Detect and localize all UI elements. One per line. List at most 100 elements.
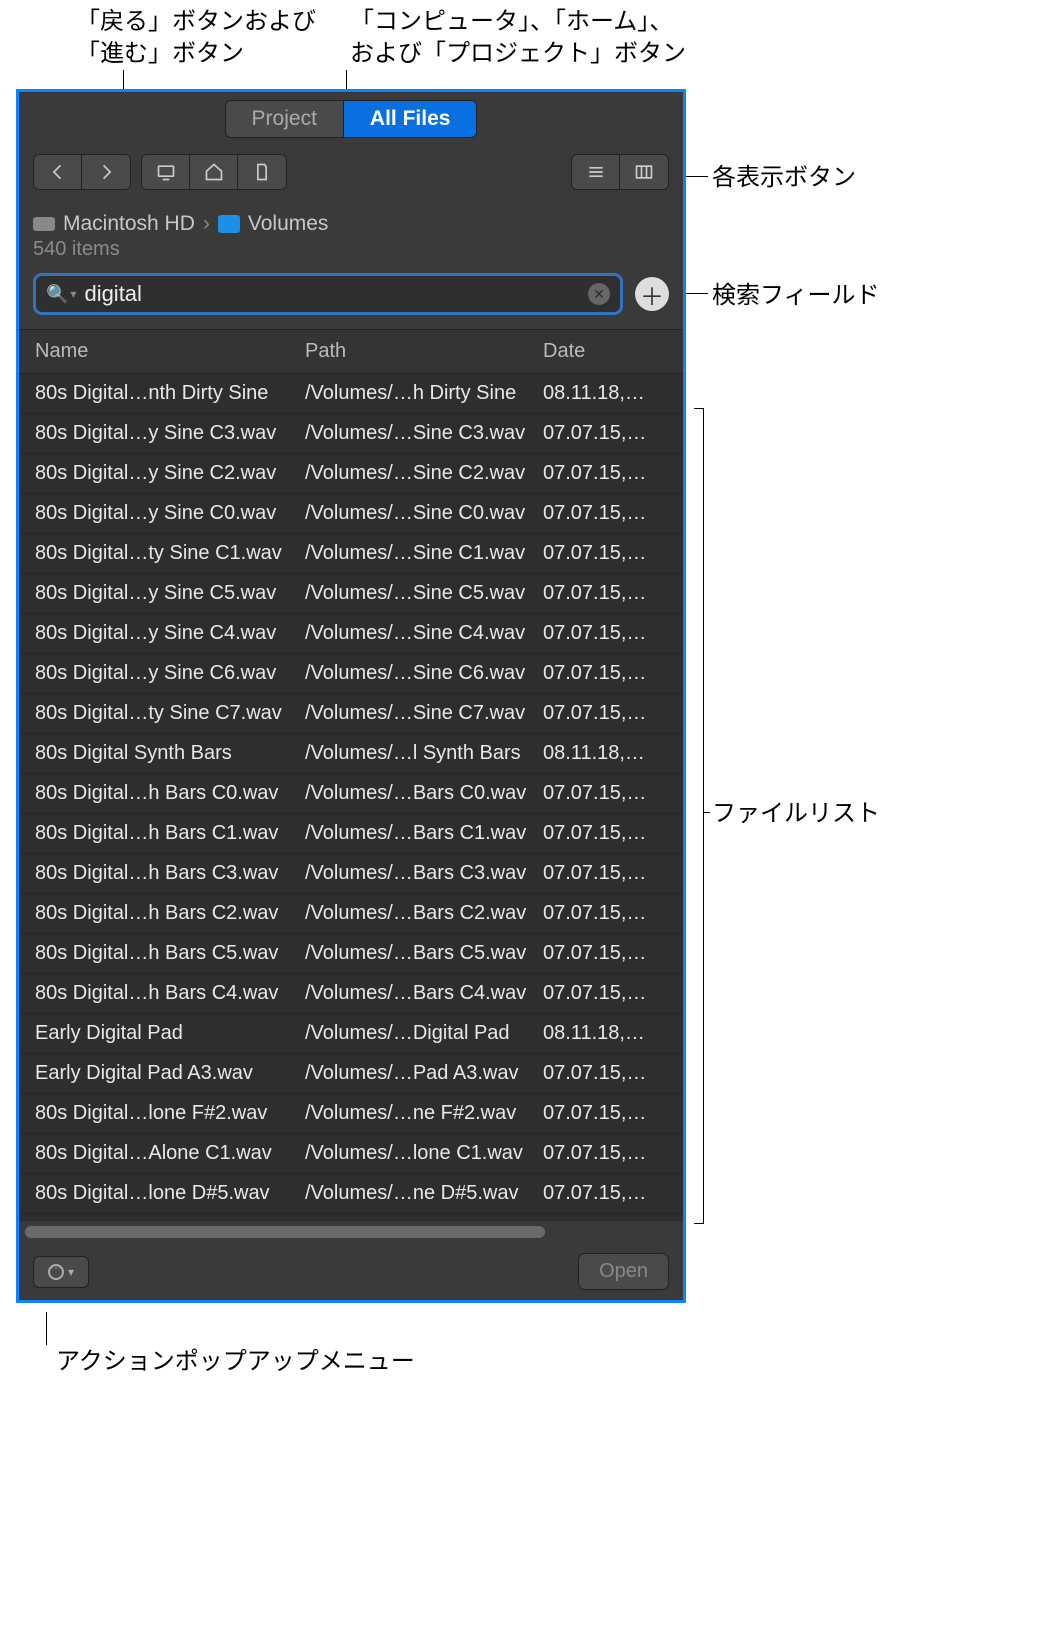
- cell-path: /Volumes/…lone C1.wav: [305, 1142, 543, 1165]
- table-row[interactable]: 80s Digital…y Sine C5.wav/Volumes/…Sine …: [19, 574, 683, 614]
- breadcrumb-folder[interactable]: Volumes: [248, 212, 329, 236]
- table-row[interactable]: 80s Digital…h Bars C0.wav/Volumes/…Bars …: [19, 774, 683, 814]
- view-buttons: [571, 154, 669, 190]
- horizontal-scrollbar[interactable]: [19, 1221, 683, 1243]
- cell-date: 07.07.15,…: [543, 862, 667, 885]
- table-row[interactable]: 80s Digital…y Sine C3.wav/Volumes/…Sine …: [19, 414, 683, 454]
- cell-name: 80s Digital…h Bars C0.wav: [35, 782, 305, 805]
- clear-search-button[interactable]: ✕: [588, 283, 610, 305]
- cell-name: 80s Digital…h Bars C5.wav: [35, 942, 305, 965]
- list-view-button[interactable]: [572, 155, 620, 189]
- table-row[interactable]: 80s Digital…y Sine C2.wav/Volumes/…Sine …: [19, 454, 683, 494]
- add-button[interactable]: ＋: [635, 277, 669, 311]
- cell-path: /Volumes/…Sine C1.wav: [305, 542, 543, 565]
- cell-name: 80s Digital…Alone C1.wav: [35, 1142, 305, 1165]
- table-row[interactable]: 80s Digital…y Sine C6.wav/Volumes/…Sine …: [19, 654, 683, 694]
- cell-path: /Volumes/…Bars C3.wav: [305, 862, 543, 885]
- project-button[interactable]: [238, 155, 286, 189]
- table-row[interactable]: 80s Digital…h Bars C4.wav/Volumes/…Bars …: [19, 974, 683, 1014]
- computer-button[interactable]: [142, 155, 190, 189]
- cell-date: 07.07.15,…: [543, 822, 667, 845]
- chevron-right-icon: ›: [203, 212, 210, 236]
- table-row[interactable]: 80s Digital…Alone C4.wav/Volumes/…lone C…: [19, 1214, 683, 1221]
- cell-name: Early Digital Pad: [35, 1022, 305, 1045]
- table-row[interactable]: 80s Digital…ty Sine C7.wav/Volumes/…Sine…: [19, 694, 683, 734]
- action-menu-button[interactable]: ▾: [33, 1256, 89, 1288]
- cell-name: 80s Digital…y Sine C6.wav: [35, 662, 305, 685]
- cell-date: 07.07.15,…: [543, 1142, 667, 1165]
- table-row[interactable]: 80s Digital…h Bars C2.wav/Volumes/…Bars …: [19, 894, 683, 934]
- cell-path: /Volumes/…ne D#5.wav: [305, 1182, 543, 1205]
- breadcrumb-disk[interactable]: Macintosh HD: [63, 212, 195, 236]
- table-row[interactable]: 80s Digital…h Bars C5.wav/Volumes/…Bars …: [19, 934, 683, 974]
- table-row[interactable]: 80s Digital…y Sine C0.wav/Volumes/…Sine …: [19, 494, 683, 534]
- search-input[interactable]: [84, 281, 588, 307]
- cell-date: 07.07.15,…: [543, 902, 667, 925]
- search-field[interactable]: 🔍 ▾ ✕: [33, 273, 623, 315]
- cell-date: 07.07.15,…: [543, 982, 667, 1005]
- table-row[interactable]: 80s Digital…h Bars C1.wav/Volumes/…Bars …: [19, 814, 683, 854]
- cell-date: 07.07.15,…: [543, 422, 667, 445]
- cell-name: 80s Digital…h Bars C1.wav: [35, 822, 305, 845]
- cell-path: /Volumes/…Bars C2.wav: [305, 902, 543, 925]
- cell-date: 07.07.15,…: [543, 702, 667, 725]
- column-view-button[interactable]: [620, 155, 668, 189]
- header-name[interactable]: Name: [35, 340, 305, 363]
- cell-path: /Volumes/…Pad A3.wav: [305, 1062, 543, 1085]
- table-row[interactable]: 80s Digital…y Sine C4.wav/Volumes/…Sine …: [19, 614, 683, 654]
- cell-date: 07.07.15,…: [543, 942, 667, 965]
- cell-name: 80s Digital…y Sine C3.wav: [35, 422, 305, 445]
- table-row[interactable]: 80s Digital…Alone C1.wav/Volumes/…lone C…: [19, 1134, 683, 1174]
- open-button[interactable]: Open: [578, 1253, 669, 1290]
- cell-name: 80s Digital…lone D#5.wav: [35, 1182, 305, 1205]
- header-date[interactable]: Date: [543, 340, 667, 363]
- cell-path: /Volumes/…Bars C1.wav: [305, 822, 543, 845]
- cell-name: 80s Digital…h Bars C4.wav: [35, 982, 305, 1005]
- cell-date: 07.07.15,…: [543, 662, 667, 685]
- callout-action-menu: アクションポップアップメニュー: [56, 1346, 415, 1378]
- cell-name: 80s Digital…h Bars C2.wav: [35, 902, 305, 925]
- home-button[interactable]: [190, 155, 238, 189]
- table-row[interactable]: Early Digital Pad A3.wav/Volumes/…Pad A3…: [19, 1054, 683, 1094]
- cell-path: /Volumes/…Sine C4.wav: [305, 622, 543, 645]
- cell-name: 80s Digital…y Sine C0.wav: [35, 502, 305, 525]
- cell-name: 80s Digital…y Sine C5.wav: [35, 582, 305, 605]
- toolbar: [19, 144, 683, 206]
- search-scope-chevron-icon[interactable]: ▾: [70, 287, 76, 301]
- cell-date: 08.11.18,…: [543, 742, 667, 765]
- callout-comp-home-proj: 「コンピュータ」、「ホーム」、 および「プロジェクト」ボタン: [350, 6, 686, 71]
- back-button[interactable]: [34, 155, 82, 189]
- cell-name: 80s Digital…y Sine C4.wav: [35, 622, 305, 645]
- search-row: 🔍 ▾ ✕ ＋: [19, 273, 683, 329]
- search-icon: 🔍: [46, 284, 68, 305]
- tab-all-files[interactable]: All Files: [343, 100, 478, 138]
- chevron-down-icon: ▾: [68, 1265, 74, 1279]
- table-row[interactable]: 80s Digital…h Bars C3.wav/Volumes/…Bars …: [19, 854, 683, 894]
- table-row[interactable]: 80s Digital…nth Dirty Sine/Volumes/…h Di…: [19, 374, 683, 414]
- column-headers: Name Path Date: [19, 329, 683, 374]
- callout-search-field: 検索フィールド: [712, 280, 880, 312]
- cell-path: /Volumes/…ne F#2.wav: [305, 1102, 543, 1125]
- cell-path: /Volumes/…Bars C0.wav: [305, 782, 543, 805]
- file-browser-window: Project All Files: [16, 89, 686, 1303]
- folder-icon: [218, 215, 240, 233]
- table-row[interactable]: 80s Digital…ty Sine C1.wav/Volumes/…Sine…: [19, 534, 683, 574]
- cell-date: 07.07.15,…: [543, 502, 667, 525]
- table-row[interactable]: 80s Digital Synth Bars/Volumes/…l Synth …: [19, 734, 683, 774]
- nav-buttons: [33, 154, 131, 190]
- file-list[interactable]: 80s Digital…nth Dirty Sine/Volumes/…h Di…: [19, 374, 683, 1221]
- table-row[interactable]: 80s Digital…lone D#5.wav/Volumes/…ne D#5…: [19, 1174, 683, 1214]
- scrollbar-thumb[interactable]: [25, 1226, 545, 1238]
- cell-path: /Volumes/…Bars C5.wav: [305, 942, 543, 965]
- cell-name: 80s Digital…nth Dirty Sine: [35, 382, 305, 405]
- cell-date: 07.07.15,…: [543, 582, 667, 605]
- cell-path: /Volumes/…h Dirty Sine: [305, 382, 543, 405]
- item-count: 540 items: [19, 238, 683, 273]
- forward-button[interactable]: [82, 155, 130, 189]
- cell-name: 80s Digital…ty Sine C1.wav: [35, 542, 305, 565]
- table-row[interactable]: Early Digital Pad/Volumes/…Digital Pad08…: [19, 1014, 683, 1054]
- table-row[interactable]: 80s Digital…lone F#2.wav/Volumes/…ne F#2…: [19, 1094, 683, 1134]
- header-path[interactable]: Path: [305, 340, 543, 363]
- cell-date: 07.07.15,…: [543, 622, 667, 645]
- tab-project[interactable]: Project: [225, 100, 343, 138]
